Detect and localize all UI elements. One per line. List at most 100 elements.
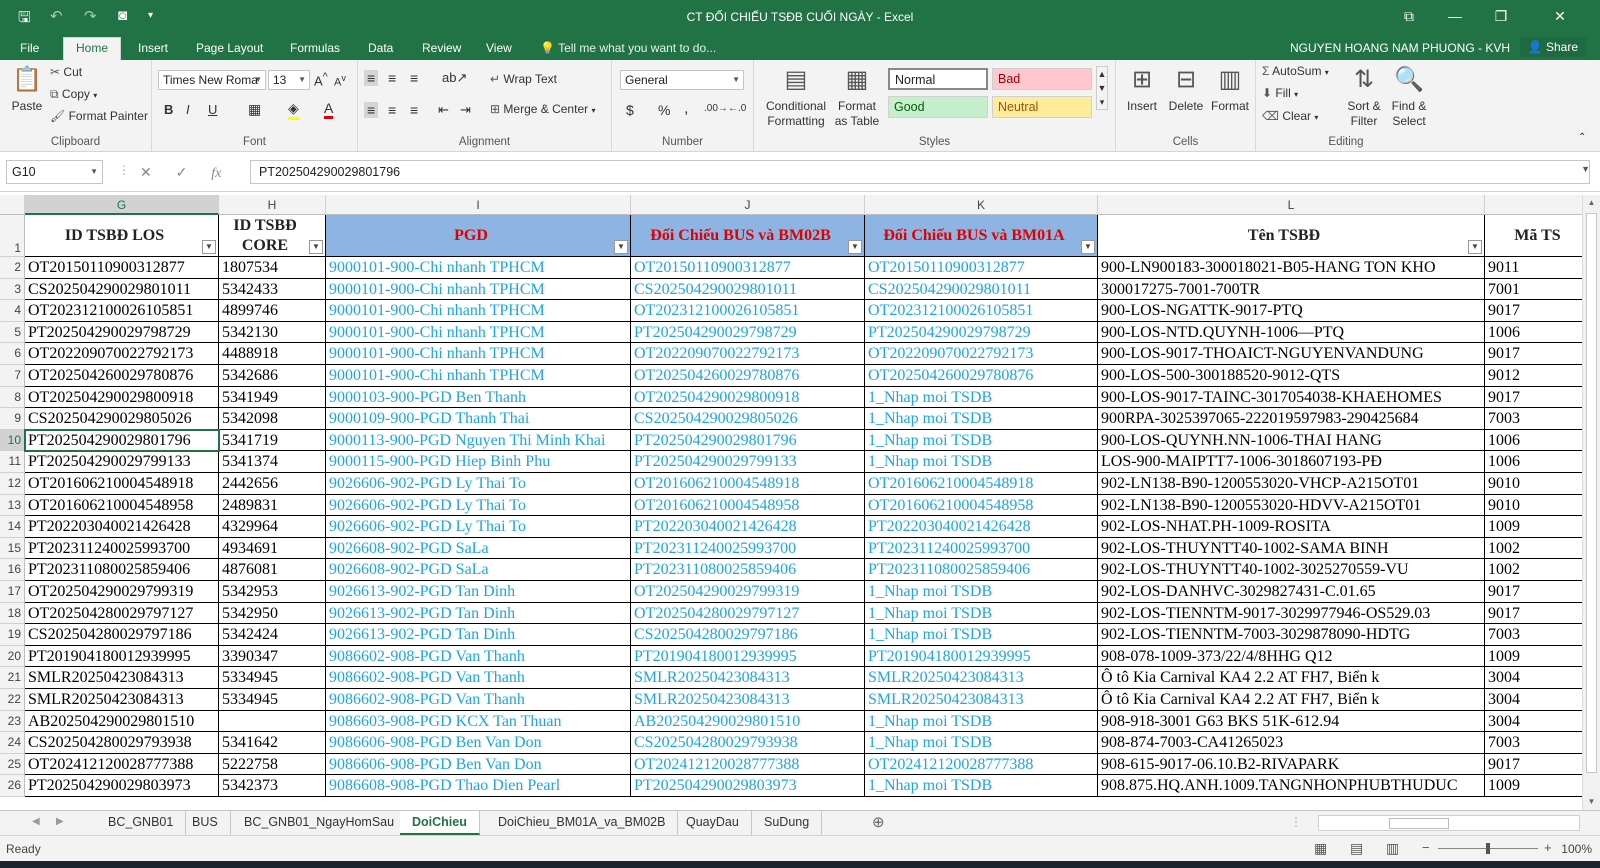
minimize-button[interactable]: — bbox=[1432, 0, 1478, 34]
cell-h[interactable]: 5342433 bbox=[219, 278, 326, 301]
cell-l[interactable]: 902-LOS-NHAT.PH-1009-ROSITA bbox=[1098, 516, 1485, 538]
cell-m[interactable]: 1009 bbox=[1485, 775, 1582, 797]
style-good[interactable]: Good bbox=[888, 96, 988, 118]
cell-j[interactable]: PT202504290029801796 bbox=[631, 429, 865, 452]
cell-l[interactable]: 300017275-7001-700TR bbox=[1098, 278, 1485, 301]
cell-m[interactable]: 3004 bbox=[1485, 667, 1582, 689]
cell-l[interactable]: Ô tô Kia Carnival KA4 2.2 AT FH7, Biển k bbox=[1098, 689, 1485, 711]
ribbon-display-options-icon[interactable]: ⧉ bbox=[1386, 0, 1432, 34]
cell-l[interactable]: 902-LN138-B90-1200553020-HDVV-A215OT01 bbox=[1098, 494, 1485, 517]
cell-j[interactable]: SMLR20250423084313 bbox=[631, 667, 865, 689]
cell-j[interactable]: OT202412120028777388 bbox=[631, 753, 865, 776]
cell-g[interactable]: OT201606210004548958 bbox=[25, 494, 219, 517]
cell-j[interactable]: OT201606210004548958 bbox=[631, 494, 865, 517]
collapse-ribbon-icon[interactable]: ⌃ bbox=[1578, 132, 1586, 143]
cell-g[interactable]: OT202504260029780876 bbox=[25, 365, 219, 387]
cell-l[interactable]: 902-LOS-TIENNTM-9017-3029977946-OS529.03 bbox=[1098, 602, 1485, 625]
row-header[interactable]: 7 bbox=[0, 365, 25, 387]
cell-h[interactable]: 4876081 bbox=[219, 559, 326, 581]
cell-m[interactable]: 7003 bbox=[1485, 732, 1582, 754]
column-header-next[interactable] bbox=[1485, 195, 1582, 215]
cell-m[interactable]: 3004 bbox=[1485, 711, 1582, 733]
cell-g[interactable]: CS202504280029797186 bbox=[25, 624, 219, 646]
filter-dropdown-icon[interactable]: ▼ bbox=[309, 240, 323, 254]
cell-i[interactable]: 9000101-900-Chi nhanh TPHCM bbox=[326, 321, 631, 344]
cell-l[interactable]: 902-LOS-DANHVC-3029827431-C.01.65 bbox=[1098, 581, 1485, 603]
format-as-table-button[interactable]: ▦ Format as Table bbox=[832, 64, 882, 129]
cell-j[interactable]: PT202504290029798729 bbox=[631, 321, 865, 344]
cell-m[interactable]: 1002 bbox=[1485, 559, 1582, 581]
cell-l[interactable]: 908-078-1009-373/22/4/8HHG Q12 bbox=[1098, 645, 1485, 668]
cell-g[interactable]: PT202504290029803973 bbox=[25, 775, 219, 797]
cell-g[interactable]: SMLR20250423084313 bbox=[25, 667, 219, 689]
zoom-out-icon[interactable]: − bbox=[1422, 840, 1430, 855]
font-size-select[interactable]: 13 ▼ bbox=[268, 70, 310, 90]
styles-scroll-icon[interactable]: ▲ ▼ ▾ bbox=[1096, 66, 1108, 110]
cell-g[interactable]: PT202504290029798729 bbox=[25, 321, 219, 344]
cell-l[interactable]: 908-874-7003-CA41265023 bbox=[1098, 732, 1485, 754]
cell-i[interactable]: 9086602-908-PGD Van Thanh bbox=[326, 689, 631, 711]
cell-i[interactable]: 9026606-902-PGD Ly Thai To bbox=[326, 494, 631, 517]
cell-h[interactable]: 2489831 bbox=[219, 494, 326, 517]
maximize-button[interactable]: ❐ bbox=[1478, 0, 1524, 34]
cell-g[interactable]: CS202504290029805026 bbox=[25, 408, 219, 430]
row-header[interactable]: 15 bbox=[0, 537, 25, 560]
page-layout-view-icon[interactable]: ▤ bbox=[1350, 840, 1363, 857]
cell-h[interactable]: 4934691 bbox=[219, 537, 326, 560]
cell-g[interactable]: AB202504290029801510 bbox=[25, 710, 219, 733]
row-header[interactable]: 26 bbox=[0, 775, 25, 797]
cell-h[interactable]: 5342373 bbox=[219, 775, 326, 797]
row-header[interactable]: 16 bbox=[0, 559, 25, 581]
filter-dropdown-icon[interactable]: ▼ bbox=[848, 240, 862, 254]
next-sheet-icon[interactable]: ▶ bbox=[56, 816, 64, 827]
align-bottom-icon[interactable]: ≡ bbox=[410, 70, 418, 86]
cell-m[interactable]: 9010 bbox=[1485, 495, 1582, 517]
cell-h[interactable]: 5342953 bbox=[219, 581, 326, 603]
cell-m[interactable]: 1009 bbox=[1485, 646, 1582, 668]
cell-j[interactable]: PT201904180012939995 bbox=[631, 645, 865, 668]
sheet-tab[interactable]: BC_GNB01 bbox=[96, 811, 187, 835]
cell-l[interactable]: 900-LOS-9017-THOAICT-NGUYENVANDUNG bbox=[1098, 343, 1485, 365]
column-header-i[interactable]: I bbox=[326, 195, 631, 215]
cell-j[interactable]: OT202504260029780876 bbox=[631, 365, 865, 387]
fill-button[interactable]: ⬇ Fill ▾ bbox=[1262, 86, 1298, 100]
row-header[interactable]: 12 bbox=[0, 473, 25, 495]
increase-decimal-icon[interactable]: .00→ bbox=[704, 103, 728, 114]
cell-m[interactable]: 9017 bbox=[1485, 603, 1582, 625]
cell-h[interactable]: 5334945 bbox=[219, 689, 326, 711]
row-header[interactable]: 2 bbox=[0, 257, 25, 279]
cell-i[interactable]: 9086608-908-PGD Thao Dien Pearl bbox=[326, 775, 631, 797]
row-header[interactable]: 17 bbox=[0, 581, 25, 603]
cell-l[interactable]: 902-LOS-THUYNTT40-1002-SAMA BINH bbox=[1098, 537, 1485, 560]
worksheet-grid[interactable]: GHIJKL 1 2 3 4 5 6 7 8 9 10 11 12 13 14 15 16 17 18 19 20 21… bbox=[0, 195, 1582, 810]
add-sheet-icon[interactable]: ⊕ bbox=[872, 813, 885, 831]
column-header-k[interactable]: K bbox=[865, 195, 1098, 215]
cell-g[interactable]: OT202312100026105851 bbox=[25, 300, 219, 322]
select-all-corner[interactable] bbox=[0, 195, 25, 215]
comma-button[interactable]: , bbox=[684, 100, 688, 118]
cell-h[interactable] bbox=[219, 710, 326, 733]
cell-j[interactable]: CS202504280029793938 bbox=[631, 732, 865, 754]
decrease-decimal-icon[interactable]: ←.0 bbox=[728, 103, 746, 114]
cell-i[interactable]: 9026613-902-PGD Tan Dinh bbox=[326, 581, 631, 603]
column-header-g[interactable]: G bbox=[25, 195, 219, 215]
cell-l[interactable]: 900-LOS-QUYNH.NN-1006-THAI HANG bbox=[1098, 429, 1485, 452]
row-header[interactable]: 11 bbox=[0, 451, 25, 473]
cell-k[interactable]: PT202311080025859406 bbox=[865, 559, 1098, 581]
cell-l[interactable]: LOS-900-MAIPTT7-1006-3018607193-PĐ bbox=[1098, 451, 1485, 473]
cell-i[interactable]: 9026606-902-PGD Ly Thai To bbox=[326, 473, 631, 495]
page-break-view-icon[interactable]: ▥ bbox=[1386, 840, 1399, 857]
cell-l[interactable]: 902-LOS-TIENNTM-7003-3029878090-HDTG bbox=[1098, 624, 1485, 646]
cell-i[interactable]: 9000103-900-PGD Ben Thanh bbox=[326, 386, 631, 409]
cell-g[interactable]: OT201606210004548918 bbox=[25, 473, 219, 495]
cell-i[interactable]: 9000101-900-Chi nhanh TPHCM bbox=[326, 365, 631, 387]
sheet-tab[interactable]: BUS bbox=[180, 811, 231, 835]
cell-g[interactable]: OT202209070022792173 bbox=[25, 343, 219, 365]
cell-k[interactable]: 1_Nhap moi TSDB bbox=[865, 386, 1098, 409]
style-bad[interactable]: Bad bbox=[992, 68, 1092, 90]
cell-k[interactable]: PT201904180012939995 bbox=[865, 645, 1098, 668]
header-cell-l[interactable]: Tên TSBĐ ▼ bbox=[1098, 215, 1485, 257]
scroll-down-icon[interactable]: ▼ bbox=[1583, 794, 1600, 810]
filter-dropdown-icon[interactable]: ▼ bbox=[202, 240, 216, 254]
cell-k[interactable]: 1_Nhap moi TSDB bbox=[865, 775, 1098, 797]
